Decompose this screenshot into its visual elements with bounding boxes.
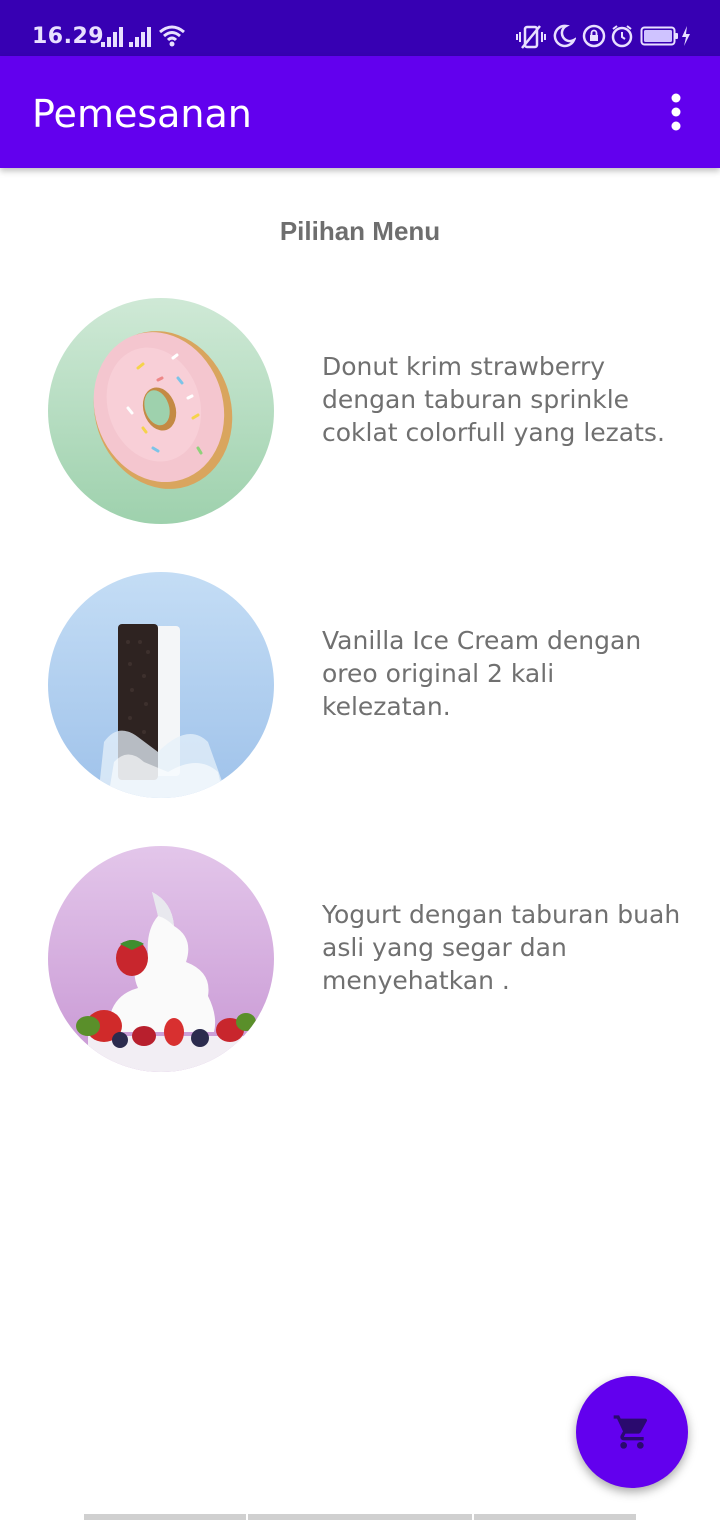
vibrate-icon (516, 25, 546, 49)
app-bar: Pemesanan (0, 56, 720, 168)
status-time: 16.29 (32, 24, 105, 49)
menu-item-ice-cream[interactable]: Vanilla Ice Cream dengan oreo original 2… (0, 572, 720, 800)
wifi-icon (159, 25, 185, 47)
section-title: Pilihan Menu (279, 216, 441, 246)
menu-item-donut[interactable]: Donut krim strawberry dengan taburan spr… (0, 298, 720, 526)
signal-icon (101, 27, 123, 47)
yogurt-image[interactable] (48, 846, 274, 1072)
battery-icon (640, 26, 678, 46)
nav-indicator (248, 1514, 472, 1520)
alarm-icon (611, 25, 633, 48)
overflow-menu-button[interactable] (652, 88, 700, 136)
cart-fab-button[interactable] (576, 1376, 688, 1488)
menu-item-description: Yogurt dengan taburan buah asli yang seg… (322, 900, 681, 995)
nav-indicator (84, 1514, 246, 1520)
app-title: Pemesanan (32, 92, 252, 136)
more-vert-icon (671, 93, 681, 131)
ice-cream-sandwich-image[interactable] (48, 572, 274, 798)
cart-icon (613, 1415, 648, 1449)
moon-icon (553, 24, 576, 48)
signal-icon (129, 27, 151, 47)
donut-image[interactable] (48, 298, 274, 524)
menu-item-description: Donut krim strawberry dengan taburan spr… (322, 352, 665, 447)
charging-icon (682, 26, 690, 46)
status-bar: 16.29 (0, 0, 720, 56)
nav-indicator (474, 1514, 636, 1520)
menu-item-description: Vanilla Ice Cream dengan oreo original 2… (322, 626, 642, 721)
lock-rotation-icon (582, 24, 606, 48)
menu-item-yogurt[interactable]: Yogurt dengan taburan buah asli yang seg… (0, 846, 720, 1074)
